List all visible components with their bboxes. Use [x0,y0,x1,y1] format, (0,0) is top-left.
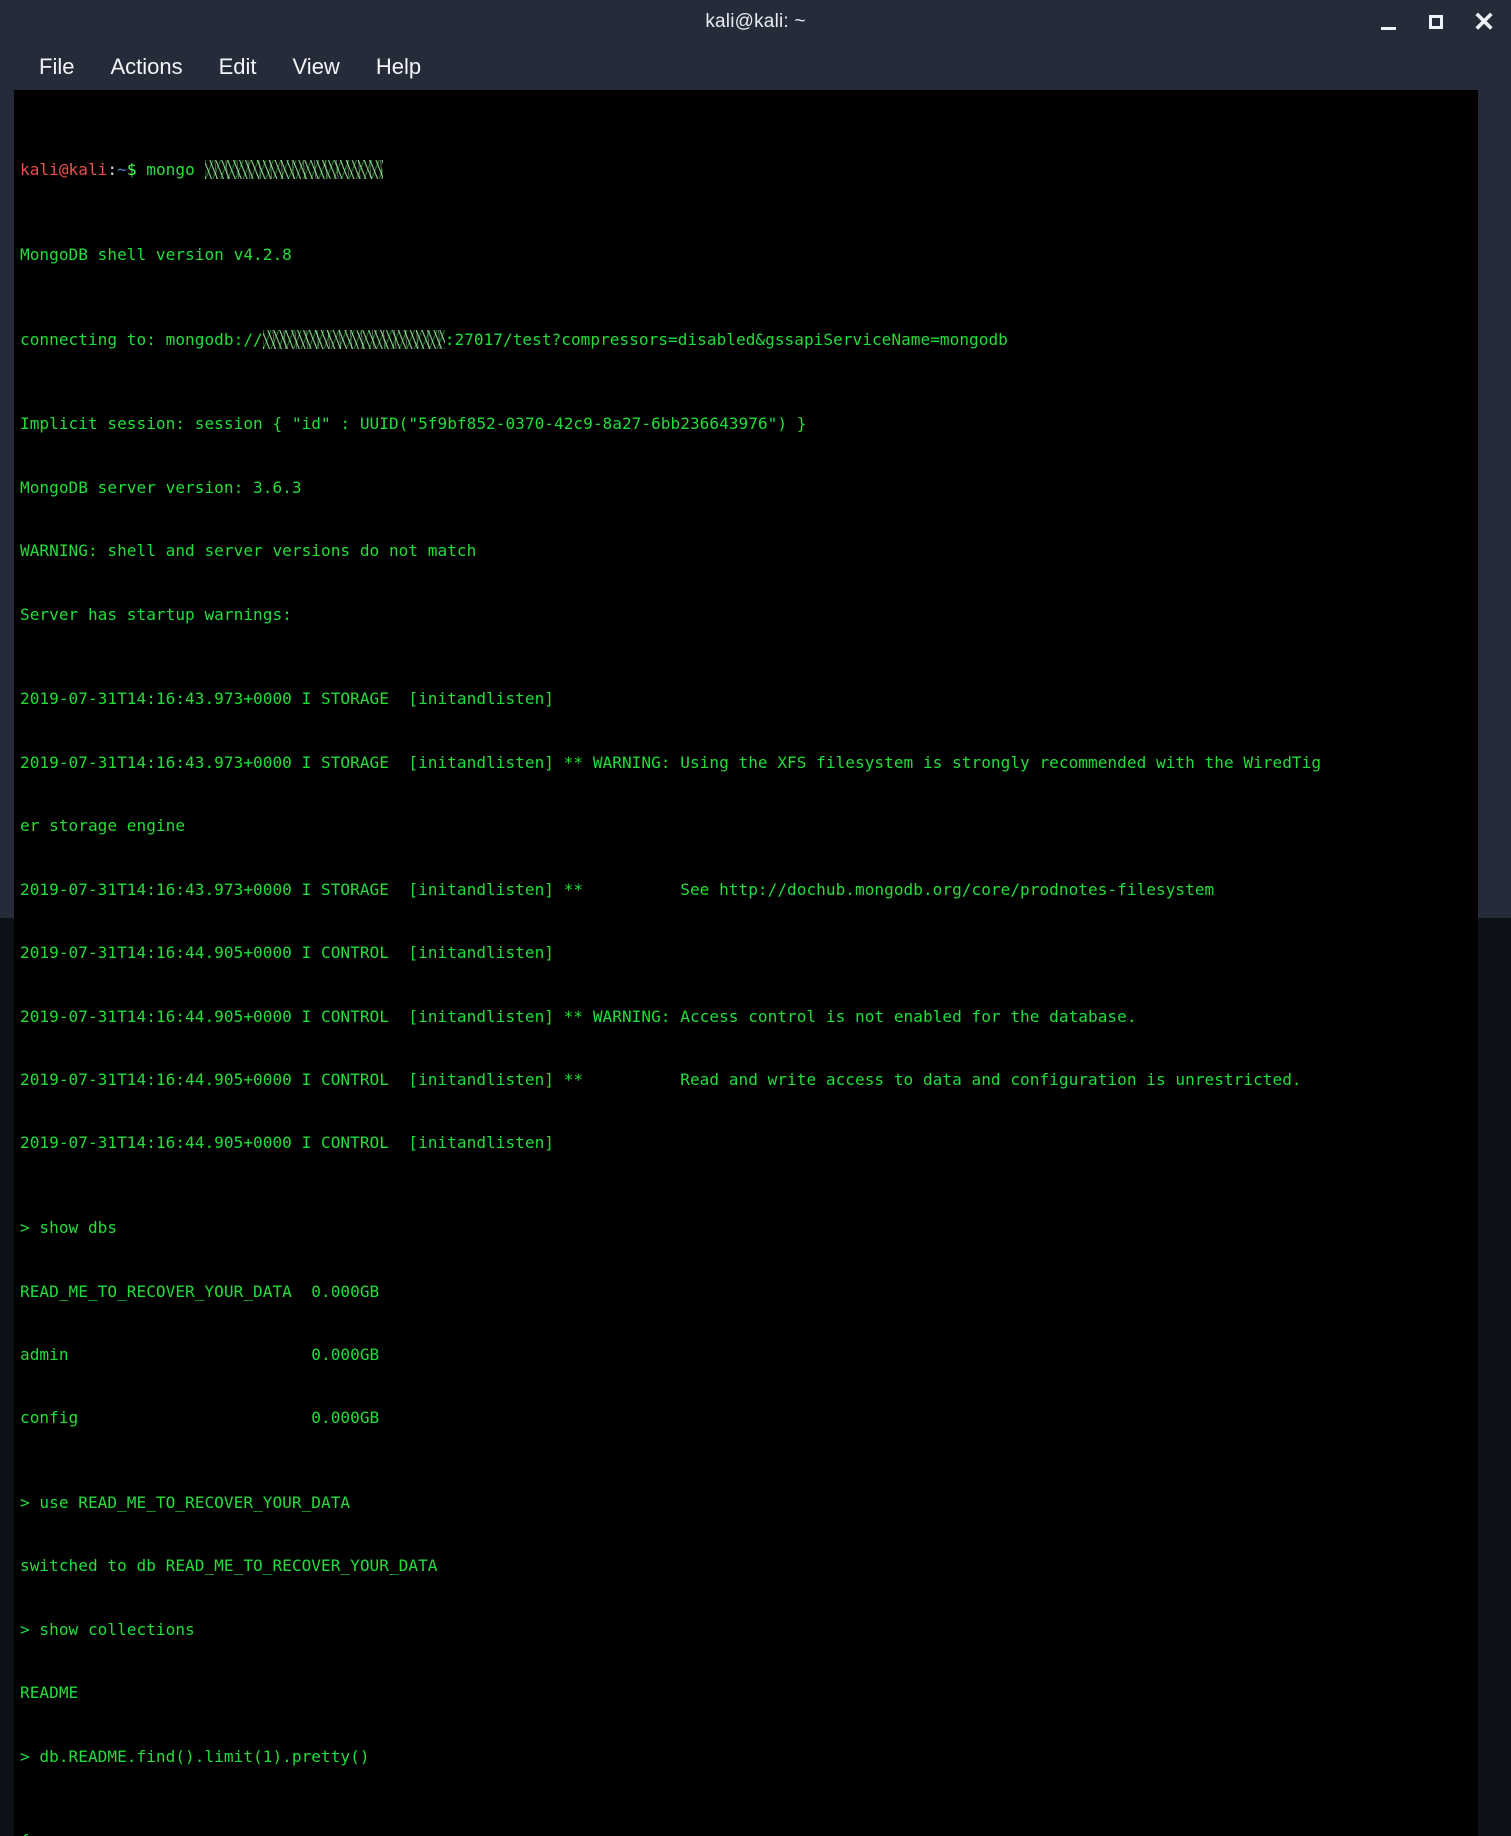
prompt-colon: : [107,160,117,179]
terminal-command-show-dbs: > show dbs [20,1217,1478,1238]
terminal-command-use-db: > use READ_ME_TO_RECOVER_YOUR_DATA [20,1492,1478,1513]
menu-item-edit[interactable]: Edit [206,51,270,83]
connecting-suffix: :27017/test?compressors=disabled&gssapiS… [445,330,1008,349]
terminal-doc-brace-open: { [20,1830,1478,1836]
terminal-log-line: 2019-07-31T14:16:44.905+0000 I CONTROL [… [20,1132,1478,1153]
terminal-db-row: READ_ME_TO_RECOVER_YOUR_DATA 0.000GB [20,1281,1478,1302]
terminal-output-pane[interactable]: kali@kali:~$ mongo MongoDB shell version… [14,90,1478,1836]
redacted-host-2-icon [263,330,445,349]
window-title: kali@kali: ~ [705,11,805,33]
window-controls: ✕ [1371,0,1501,44]
redacted-host-icon [205,160,383,179]
terminal-window: kali@kali: ~ ✕ File Actions Edit View He… [0,0,1511,918]
terminal-log-line: 2019-07-31T14:16:44.905+0000 I CONTROL [… [20,1069,1478,1090]
terminal-db-row: admin 0.000GB [20,1344,1478,1365]
menu-item-file[interactable]: File [26,51,87,83]
title-bar[interactable]: kali@kali: ~ ✕ [0,0,1511,44]
terminal-log-line-wrap: er storage engine [20,815,1478,836]
menu-item-actions[interactable]: Actions [97,51,195,83]
maximize-button[interactable] [1419,5,1453,39]
prompt-path: ~ [117,160,127,179]
terminal-line-prompt-mongo: kali@kali:~$ mongo [20,159,1478,180]
terminal-log-line: 2019-07-31T14:16:44.905+0000 I CONTROL [… [20,1006,1478,1027]
menu-item-view[interactable]: View [280,51,353,83]
terminal-log-line: 2019-07-31T14:16:43.973+0000 I STORAGE [… [20,688,1478,709]
terminal-command-find: > db.README.find().limit(1).pretty() [20,1746,1478,1767]
close-button[interactable]: ✕ [1467,5,1501,39]
connecting-prefix: connecting to: mongodb:// [20,330,263,349]
terminal-line-shell-version: MongoDB shell version v4.2.8 [20,244,1478,265]
terminal-area: kali@kali:~$ mongo MongoDB shell version… [0,90,1511,1836]
minimize-button[interactable] [1371,5,1405,39]
terminal-line-connecting: connecting to: mongodb:// :27017/test?com… [20,329,1478,350]
terminal-db-row: config 0.000GB [20,1407,1478,1428]
terminal-log-line: 2019-07-31T14:16:43.973+0000 I STORAGE [… [20,752,1478,773]
terminal-line-implicit-session: Implicit session: session { "id" : UUID(… [20,413,1478,434]
terminal-screen: kali@kali:~$ mongo MongoDB shell version… [20,96,1478,1836]
prompt-user-host: kali@kali [20,160,107,179]
menu-bar: File Actions Edit View Help [0,44,1511,90]
terminal-line-startup-warnings: Server has startup warnings: [20,604,1478,625]
terminal-log-line: 2019-07-31T14:16:43.973+0000 I STORAGE [… [20,879,1478,900]
terminal-line-switched-db: switched to db READ_ME_TO_RECOVER_YOUR_D… [20,1555,1478,1576]
menu-item-help[interactable]: Help [363,51,434,83]
terminal-log-line: 2019-07-31T14:16:44.905+0000 I CONTROL [… [20,942,1478,963]
terminal-line-server-version: MongoDB server version: 3.6.3 [20,477,1478,498]
typed-command: mongo [146,160,195,179]
terminal-line-version-warning: WARNING: shell and server versions do no… [20,540,1478,561]
terminal-collection-row: README [20,1682,1478,1703]
terminal-command-show-collections: > show collections [20,1619,1478,1640]
prompt-dollar: $ [127,160,137,179]
